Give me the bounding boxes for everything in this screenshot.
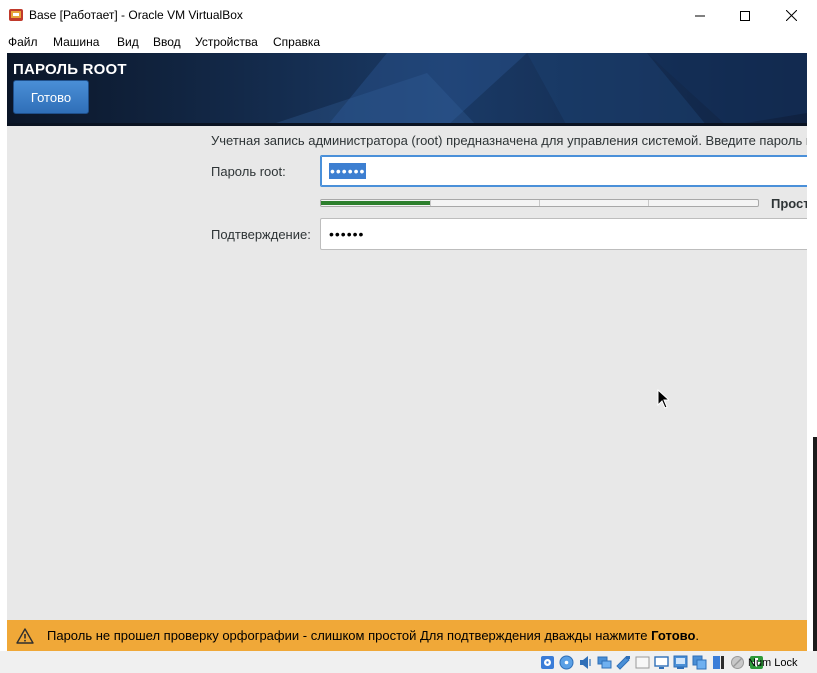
maximize-icon	[740, 10, 750, 21]
installer-header: ПАРОЛЬ ROOT Готово	[7, 53, 807, 126]
menu-help[interactable]: Справка	[273, 35, 320, 49]
password-strength-fill	[321, 201, 431, 205]
mouse-integration-icon[interactable]	[710, 655, 726, 670]
mouse-cursor-icon	[657, 389, 669, 409]
password-strength-label: Прост	[771, 196, 807, 211]
menu-devices[interactable]: Устройства	[195, 35, 258, 49]
menu-file[interactable]: Файл	[8, 35, 38, 49]
display-icon[interactable]	[653, 655, 669, 670]
vm-screen[interactable]: ПАРОЛЬ ROOT Готово Учетная запись админи…	[7, 53, 807, 651]
virtualbox-icon	[9, 9, 23, 21]
menu-input[interactable]: Ввод	[153, 35, 181, 49]
root-password-value: ••••••	[329, 163, 367, 179]
root-description: Учетная запись администратора (root) пре…	[211, 133, 807, 148]
warning-icon	[16, 628, 34, 644]
confirm-password-label: Подтверждение:	[211, 227, 311, 242]
page-title: ПАРОЛЬ ROOT	[13, 61, 127, 78]
password-strength-bar	[320, 199, 759, 207]
warning-emphasis: Готово	[651, 628, 696, 643]
numlock-indicator: Num Lock	[748, 657, 798, 669]
strength-tick	[430, 200, 431, 206]
done-button[interactable]: Готово	[13, 80, 89, 114]
warning-bar: Пароль не прошел проверку орфографии - с…	[7, 620, 807, 651]
window-titlebar: Base [Работает] - Oracle VM VirtualBox	[0, 0, 817, 31]
header-background	[7, 53, 807, 126]
shared-folder-icon[interactable]	[634, 655, 650, 670]
hard-disk-icon[interactable]	[539, 655, 555, 670]
host-desktop-edge	[813, 437, 817, 651]
vm-statusbar: Num Lock	[0, 651, 817, 673]
menu-machine[interactable]: Машина	[53, 35, 99, 49]
close-icon	[785, 10, 797, 21]
maximize-button[interactable]	[722, 0, 768, 31]
menubar: Файл Машина Вид Ввод Устройства Справка	[0, 31, 817, 53]
root-password-field[interactable]: ••••••	[320, 155, 807, 187]
minimize-icon	[695, 15, 705, 16]
warning-text: Пароль не прошел проверку орфографии - с…	[47, 628, 652, 643]
video-capture-icon[interactable]	[672, 655, 688, 670]
root-password-label: Пароль root:	[211, 164, 286, 179]
audio-icon[interactable]	[577, 655, 593, 670]
close-button[interactable]	[768, 0, 814, 31]
usb-icon[interactable]	[615, 655, 631, 670]
minimize-button[interactable]	[677, 0, 723, 31]
menu-view[interactable]: Вид	[117, 35, 139, 49]
warning-suffix: .	[695, 628, 700, 643]
strength-tick	[648, 200, 649, 206]
confirm-password-value: ••••••	[329, 226, 365, 242]
optical-disk-icon[interactable]	[558, 655, 574, 670]
strength-tick	[539, 200, 540, 206]
confirm-password-field[interactable]: ••••••	[320, 218, 807, 250]
keyboard-capture-icon[interactable]	[729, 655, 745, 670]
window-title: Base [Работает] - Oracle VM VirtualBox	[29, 8, 243, 22]
cpu-icon[interactable]	[691, 655, 707, 670]
warning-message: Пароль не прошел проверку орфографии - с…	[47, 628, 699, 643]
network-icon[interactable]	[596, 655, 612, 670]
status-icons	[539, 655, 764, 670]
